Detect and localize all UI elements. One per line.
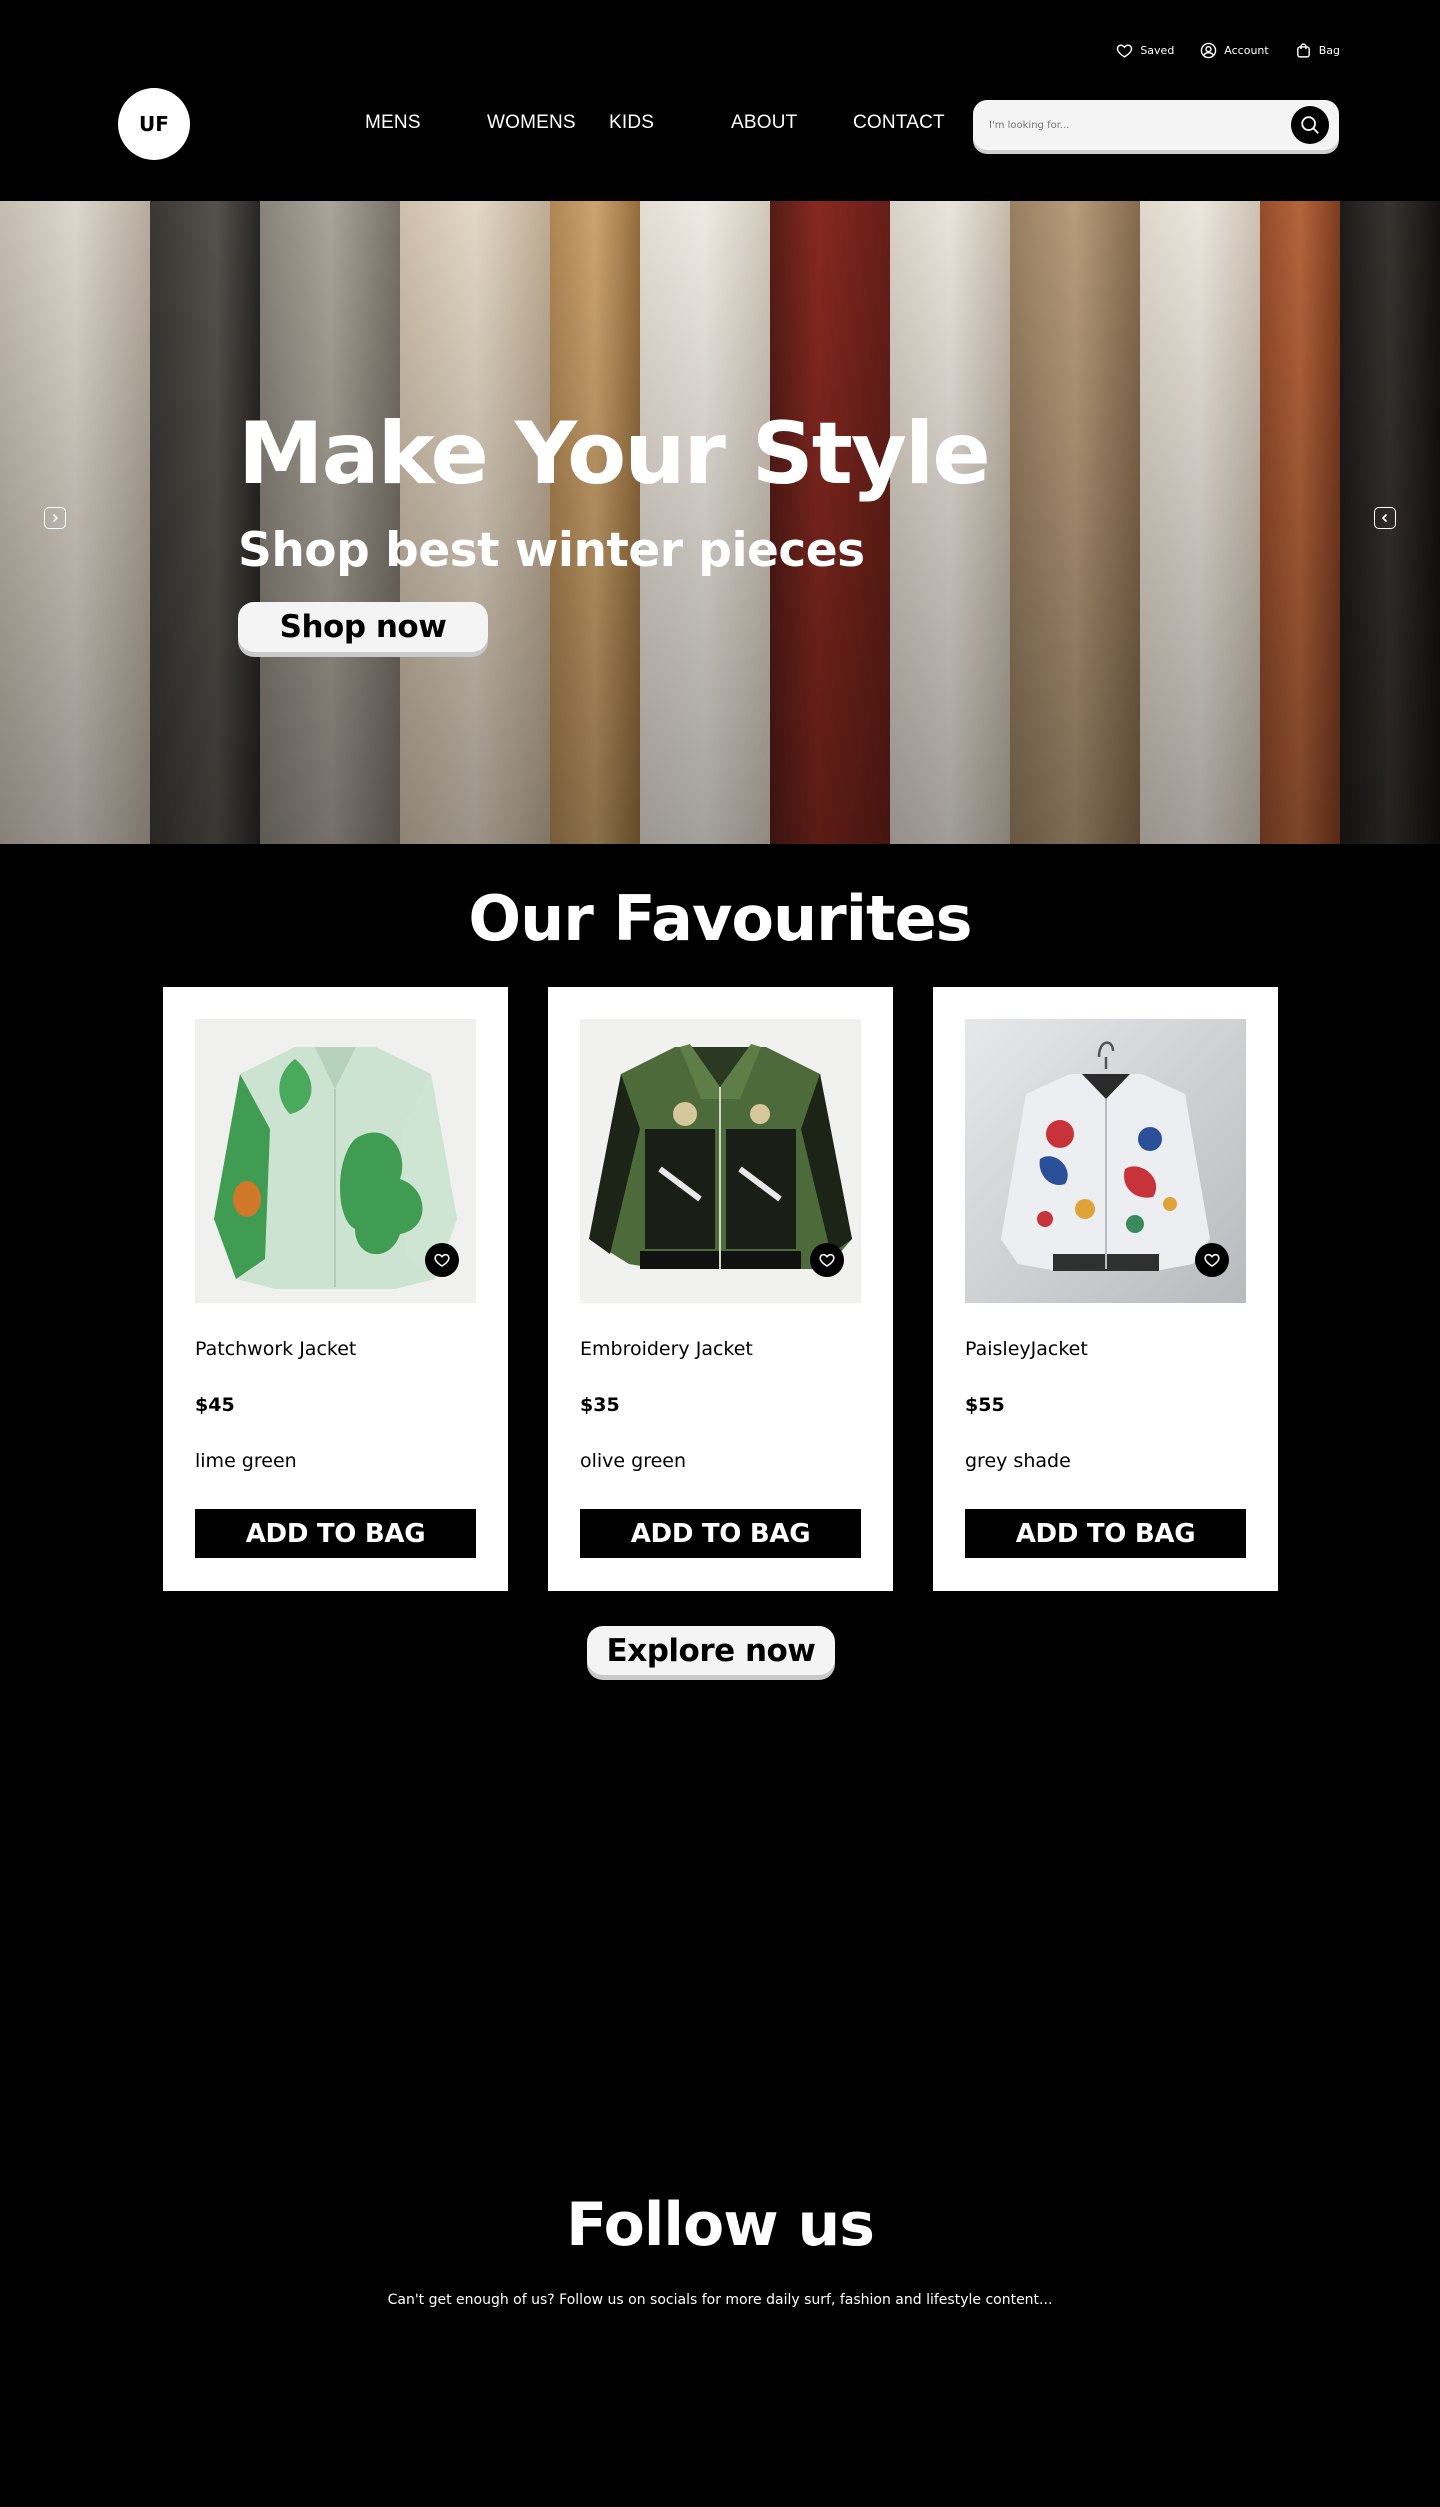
nav-about[interactable]: ABOUT bbox=[731, 112, 797, 134]
chevron-right-icon bbox=[52, 513, 59, 523]
account-link[interactable]: Account bbox=[1200, 42, 1269, 59]
hero-title: Make Your Style bbox=[238, 404, 991, 504]
search-icon bbox=[1301, 116, 1319, 134]
hero-banner: Make Your Style Shop best winter pieces … bbox=[0, 201, 1440, 844]
add-to-bag-button[interactable]: ADD TO BAG bbox=[580, 1509, 861, 1558]
nav-mens[interactable]: MENS bbox=[365, 112, 421, 134]
add-to-bag-button[interactable]: ADD TO BAG bbox=[195, 1509, 476, 1558]
follow-description: Can't get enough of us? Follow us on soc… bbox=[387, 2292, 1053, 2308]
heart-icon bbox=[1117, 44, 1133, 58]
search-button[interactable] bbox=[1291, 106, 1329, 144]
utility-bar: Saved Account Bag bbox=[1116, 42, 1340, 59]
product-color: grey shade bbox=[965, 1450, 1071, 1472]
product-card: Embroidery Jacket $35 olive green ADD TO… bbox=[548, 987, 893, 1591]
product-name: Patchwork Jacket bbox=[195, 1338, 357, 1360]
product-image[interactable] bbox=[195, 1019, 476, 1303]
product-image[interactable] bbox=[965, 1019, 1246, 1303]
carousel-prev-button-right[interactable] bbox=[1374, 507, 1396, 529]
hero-subtitle: Shop best winter pieces bbox=[238, 523, 865, 578]
nav-contact[interactable]: CONTACT bbox=[853, 112, 945, 134]
product-price: $55 bbox=[965, 1394, 1005, 1416]
product-name: Embroidery Jacket bbox=[580, 1338, 753, 1360]
heart-icon bbox=[434, 1253, 450, 1267]
product-image[interactable] bbox=[580, 1019, 861, 1303]
carousel-next-button-left[interactable] bbox=[44, 507, 66, 529]
product-card: Patchwork Jacket $45 lime green ADD TO B… bbox=[163, 987, 508, 1591]
search-input[interactable] bbox=[989, 119, 1291, 131]
product-card: PaisleyJacket $55 grey shade ADD TO BAG bbox=[933, 987, 1278, 1591]
saved-link[interactable]: Saved bbox=[1116, 42, 1174, 59]
chevron-left-icon bbox=[1381, 513, 1388, 523]
account-label: Account bbox=[1224, 44, 1269, 57]
shop-now-button[interactable]: Shop now bbox=[238, 602, 488, 652]
add-to-bag-button[interactable]: ADD TO BAG bbox=[965, 1509, 1246, 1558]
bag-icon bbox=[1296, 43, 1310, 58]
wishlist-button[interactable] bbox=[1195, 1243, 1229, 1277]
product-color: olive green bbox=[580, 1450, 687, 1472]
wishlist-button[interactable] bbox=[425, 1243, 459, 1277]
bag-label: Bag bbox=[1318, 44, 1340, 57]
search-bar bbox=[973, 100, 1339, 150]
favourites-title: Our Favourites bbox=[468, 882, 972, 955]
nav-kids[interactable]: KIDS bbox=[609, 112, 654, 134]
product-price: $35 bbox=[580, 1394, 620, 1416]
page: Saved Account Bag UF MENS WOMENS KIDS AB… bbox=[0, 0, 1440, 2507]
heart-icon bbox=[1204, 1253, 1220, 1267]
product-price: $45 bbox=[195, 1394, 235, 1416]
explore-now-button[interactable]: Explore now bbox=[587, 1626, 835, 1675]
follow-title: Follow us bbox=[566, 2190, 875, 2260]
nav-womens[interactable]: WOMENS bbox=[487, 112, 576, 134]
product-color: lime green bbox=[195, 1450, 297, 1472]
saved-label: Saved bbox=[1140, 44, 1175, 57]
product-name: PaisleyJacket bbox=[965, 1338, 1088, 1360]
bag-link[interactable]: Bag bbox=[1295, 42, 1340, 59]
user-icon bbox=[1201, 42, 1217, 59]
heart-icon bbox=[819, 1253, 835, 1267]
wishlist-button[interactable] bbox=[810, 1243, 844, 1277]
